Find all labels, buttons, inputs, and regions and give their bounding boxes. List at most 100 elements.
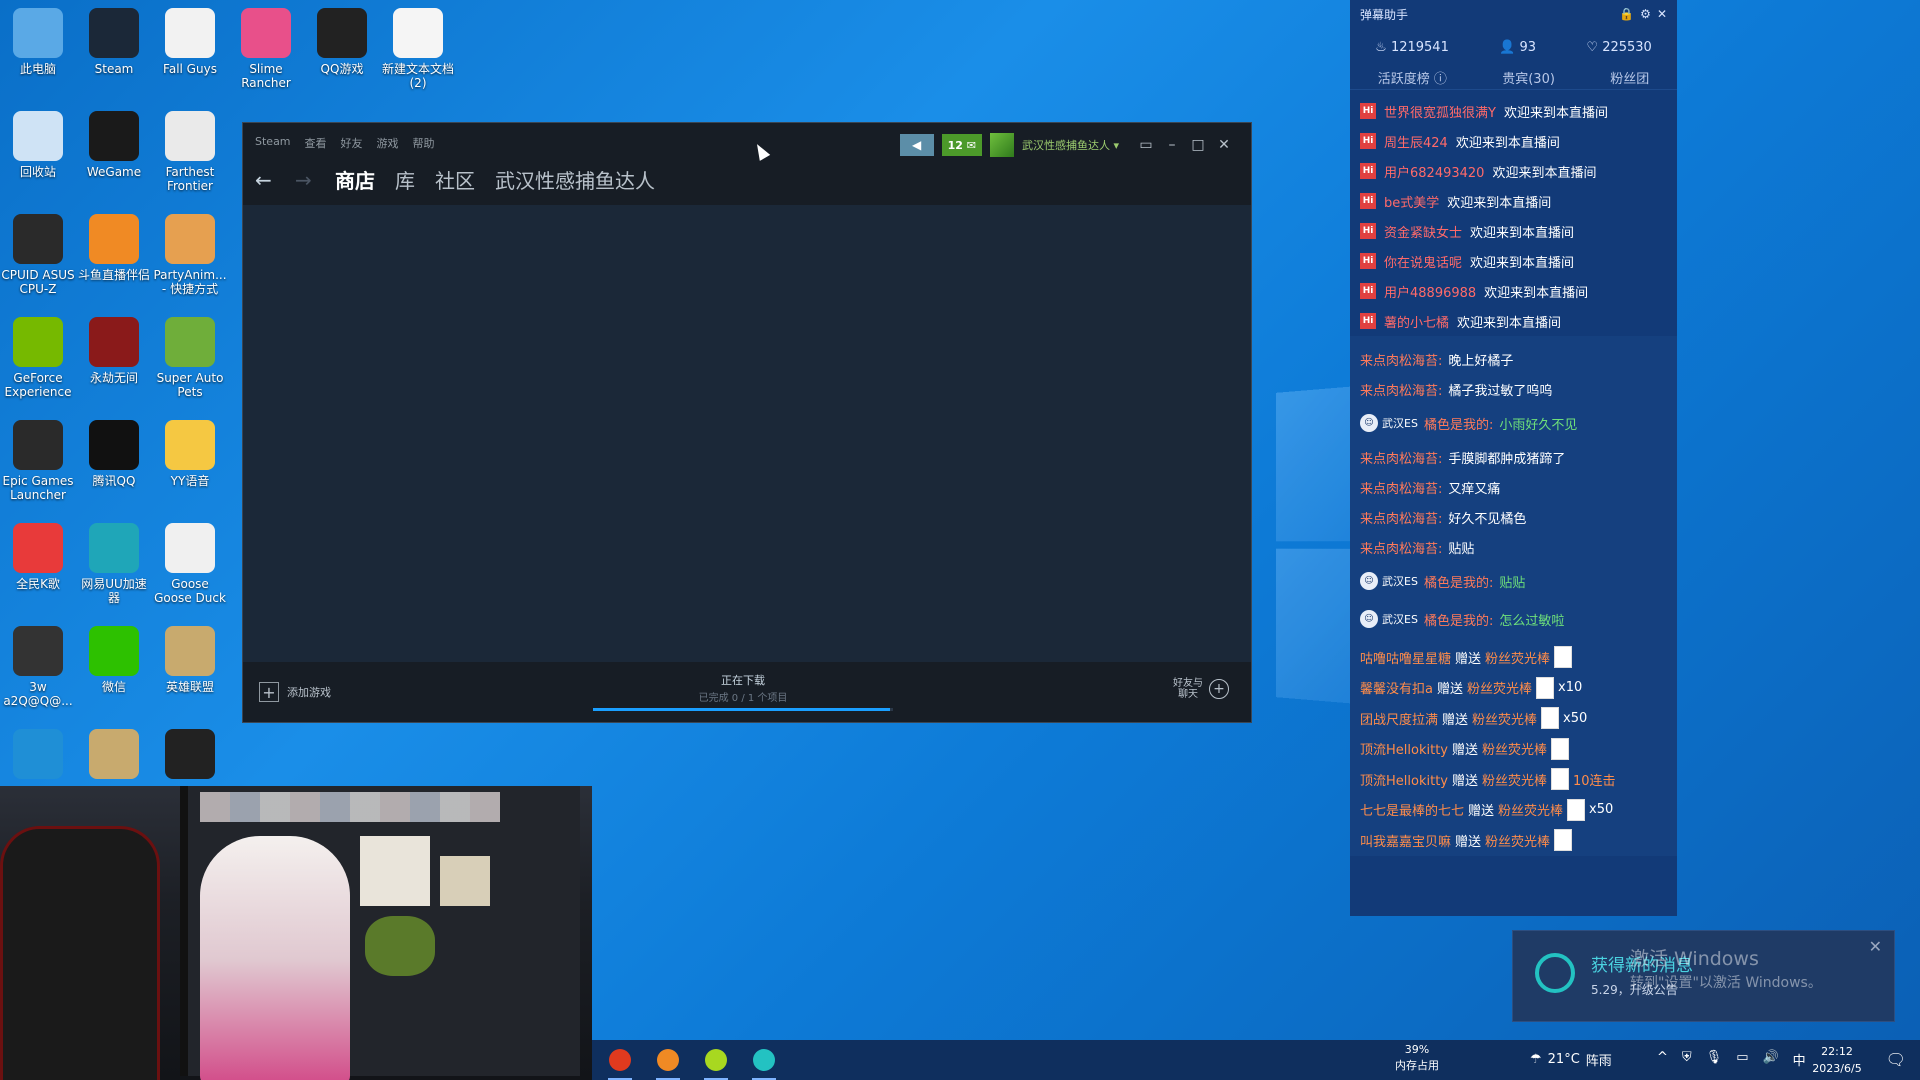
chat-row: ☺ 武汉ES 橘色是我的: 怎么过敏啦 — [1360, 600, 1667, 638]
desktop-icon[interactable]: 3w a2Q@Q@... — [0, 626, 76, 708]
desktop-icon[interactable]: 永劫无间 — [76, 317, 152, 385]
tab-community[interactable]: 社区 — [435, 165, 475, 194]
desktop-icon[interactable]: PartyAnim... - 快捷方式 — [152, 214, 228, 296]
speaker-icon[interactable]: 🔊 — [1762, 1050, 1778, 1069]
desktop-icon[interactable]: 英雄联盟 — [152, 626, 228, 694]
gift-user[interactable]: 咕噜咕噜星星糖 — [1360, 648, 1451, 667]
broadcast-button[interactable]: ◀ — [899, 134, 934, 156]
welcome-user[interactable]: be式美学 — [1384, 192, 1439, 211]
notifications-button[interactable]: 12 ✉ — [941, 134, 982, 156]
desktop-icon[interactable] — [76, 729, 152, 783]
chat-user[interactable]: 来点肉松海苔: — [1360, 508, 1442, 527]
desktop-icon[interactable]: 全民K歌 — [0, 523, 76, 591]
add-game-button[interactable]: + 添加游戏 — [259, 682, 331, 702]
forward-arrow-icon[interactable]: → — [295, 168, 315, 192]
tab-fan-club[interactable]: 粉丝团 — [1610, 68, 1649, 87]
shield-icon[interactable]: ⛨ — [1682, 1050, 1692, 1069]
menu-view[interactable]: 查看 — [305, 135, 327, 151]
desktop-icon[interactable]: CPUID ASUS CPU-Z — [0, 214, 76, 296]
welcome-user[interactable]: 周生辰424 — [1384, 132, 1448, 151]
menu-games[interactable]: 游戏 — [377, 135, 399, 151]
desktop-icon[interactable]: Farthest Frontier — [152, 111, 228, 193]
desktop-icon[interactable]: WeGame — [76, 111, 152, 179]
network-icon[interactable]: ▭ — [1736, 1050, 1748, 1069]
gift-user[interactable]: 叫我嘉嘉宝贝嘛 — [1360, 831, 1451, 850]
desktop-icon[interactable]: 此电脑 — [0, 8, 76, 76]
welcome-user[interactable]: 你在说鬼话呢 — [1384, 252, 1462, 271]
welcome-user[interactable]: 薯的小七橘 — [1384, 312, 1449, 331]
desktop-icon[interactable]: QQ游戏 — [304, 8, 380, 76]
desktop-icon[interactable]: Goose Goose Duck — [152, 523, 228, 605]
welcome-user[interactable]: 世界很宽孤独很满Y — [1384, 102, 1496, 121]
desktop-icon[interactable]: 微信 — [76, 626, 152, 694]
gift-user[interactable]: 七七是最棒的七七 — [1360, 800, 1464, 819]
action-center-icon[interactable]: 🗨 — [1886, 1050, 1906, 1069]
desktop-icon[interactable]: 腾讯QQ — [76, 420, 152, 488]
tab-library[interactable]: 库 — [395, 165, 415, 194]
desktop-icon[interactable] — [152, 729, 228, 783]
welcome-user[interactable]: 用户48896988 — [1384, 282, 1476, 301]
desktop-icon-label: WeGame — [86, 165, 142, 179]
chat-user[interactable]: 橘色是我的: — [1424, 572, 1493, 591]
chat-user[interactable]: 橘色是我的: — [1424, 610, 1493, 629]
chat-user[interactable]: 来点肉松海苔: — [1360, 350, 1442, 369]
desktop-icon[interactable]: Slime Rancher — [228, 8, 304, 90]
chevron-up-icon[interactable]: ^ — [1657, 1050, 1668, 1069]
close-icon[interactable]: ✕ — [1657, 7, 1667, 21]
maximize-button[interactable]: □ — [1189, 137, 1207, 153]
avatar[interactable] — [989, 133, 1014, 157]
gear-icon[interactable]: ⚙ — [1640, 7, 1651, 21]
desktop-icon[interactable] — [0, 729, 76, 783]
chat-user[interactable]: 橘色是我的: — [1424, 414, 1493, 433]
desktop-icon[interactable]: 斗鱼直播伴侣 — [76, 214, 152, 282]
desktop-icon[interactable]: Epic Games Launcher — [0, 420, 76, 502]
lock-icon[interactable]: 🔒 — [1619, 7, 1634, 21]
gift-user[interactable]: 顶流Hellokitty — [1360, 770, 1448, 789]
tab-profile[interactable]: 武汉性感捕鱼达人 — [495, 165, 655, 194]
memory-usage[interactable]: 39% 内存占用 — [1382, 1042, 1452, 1074]
desktop-icon[interactable]: 网易UU加速器 — [76, 523, 152, 605]
microphone-icon[interactable]: 🎙 — [1706, 1050, 1723, 1069]
gift-user[interactable]: 顶流Hellokitty — [1360, 739, 1448, 758]
welcome-user[interactable]: 用户682493420 — [1384, 162, 1484, 181]
desktop-icon[interactable]: GeForce Experience — [0, 317, 76, 399]
fan-badge-label: 武汉ES — [1382, 575, 1418, 588]
chat-user[interactable]: 来点肉松海苔: — [1360, 478, 1442, 497]
gift-name: 粉丝荧光棒 — [1485, 651, 1551, 667]
menu-friends[interactable]: 好友 — [341, 135, 363, 151]
tab-activity-rank[interactable]: 活跃度榜 ⓘ — [1378, 68, 1447, 87]
taskbar-app[interactable] — [696, 1040, 736, 1080]
account-menu[interactable]: 武汉性感捕鱼达人 ▾ — [1022, 137, 1119, 153]
taskbar-app[interactable] — [744, 1040, 784, 1080]
desktop-icon[interactable]: Steam — [76, 8, 152, 76]
desktop-icon[interactable]: Fall Guys — [152, 8, 228, 76]
back-arrow-icon[interactable]: ← — [255, 168, 275, 192]
chat-user[interactable]: 来点肉松海苔: — [1360, 380, 1442, 399]
desktop-icon[interactable]: 新建文本文档 (2) — [380, 8, 456, 90]
desktop-icon[interactable]: YY语音 — [152, 420, 228, 488]
desktop-icon[interactable]: Super Auto Pets — [152, 317, 228, 399]
menu-steam[interactable]: Steam — [255, 135, 291, 151]
close-icon[interactable]: ✕ — [1869, 937, 1882, 956]
minimize-button[interactable]: – — [1163, 137, 1181, 153]
gift-user[interactable]: 团战尺度拉满 — [1360, 709, 1438, 728]
close-button[interactable]: ✕ — [1215, 137, 1233, 153]
friends-chat-button[interactable]: 好友与 聊天 + — [1173, 678, 1229, 700]
gift-verb: 赠送 — [1436, 682, 1463, 698]
steam-window[interactable]: Steam 查看 好友 游戏 帮助 ← → 商店 库 社区 武汉性感捕鱼达人 ◀… — [242, 122, 1252, 723]
chat-user[interactable]: 来点肉松海苔: — [1360, 538, 1442, 557]
taskbar-app[interactable] — [648, 1040, 688, 1080]
tab-vip[interactable]: 贵宾(30) — [1502, 68, 1555, 87]
taskbar-app[interactable] — [600, 1040, 640, 1080]
download-status[interactable]: 正在下载 已完成 0 / 1 个项目 — [593, 672, 893, 711]
tab-store[interactable]: 商店 — [335, 165, 375, 194]
glowstick-icon — [1551, 737, 1570, 760]
chat-user[interactable]: 来点肉松海苔: — [1360, 448, 1442, 467]
desktop-icon[interactable]: 回收站 — [0, 111, 76, 179]
welcome-user[interactable]: 资金紧缺女士 — [1384, 222, 1462, 241]
big-picture-icon[interactable]: ▭ — [1137, 137, 1155, 153]
gift-user[interactable]: 馨馨没有扣a — [1360, 678, 1433, 697]
clock[interactable]: 22:12 2023/6/5 — [1802, 1043, 1872, 1077]
weather-widget[interactable]: ☂ 21°C 阵雨 — [1530, 1050, 1612, 1069]
menu-help[interactable]: 帮助 — [413, 135, 435, 151]
